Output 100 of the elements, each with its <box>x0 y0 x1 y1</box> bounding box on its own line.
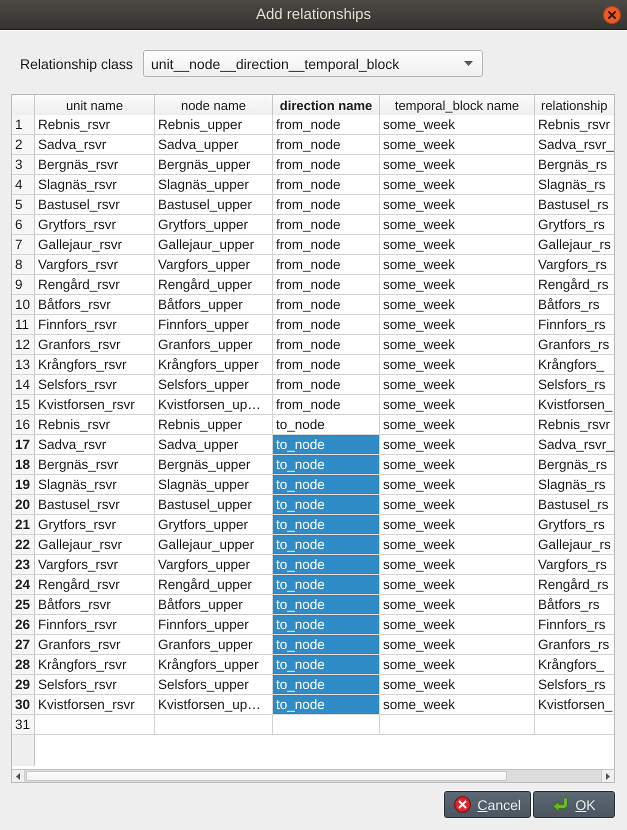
row-number[interactable]: 28 <box>12 655 35 675</box>
row-number[interactable]: 31 <box>12 715 35 735</box>
table-cell[interactable]: Sadva_rsvr <box>35 435 155 455</box>
row-number[interactable]: 6 <box>12 215 35 235</box>
table-cell[interactable]: Rebnis_rsvr <box>535 115 614 135</box>
table-cell[interactable]: to_node <box>273 655 380 675</box>
table-cell[interactable]: some_week <box>380 155 535 175</box>
table-cell[interactable]: from_node <box>273 255 380 275</box>
row-number[interactable]: 25 <box>12 595 35 615</box>
table-cell[interactable]: Granfors_rsvr <box>35 635 155 655</box>
table-cell[interactable]: Finnfors_upper <box>155 315 273 335</box>
row-number[interactable]: 10 <box>12 295 35 315</box>
table-cell[interactable]: Finnfors_rsvr <box>35 315 155 335</box>
table-cell[interactable]: Sadva_upper <box>155 435 273 455</box>
table-cell[interactable]: Selsfors_upper <box>155 675 273 695</box>
table-cell[interactable]: Rebnis_rsvr <box>35 415 155 435</box>
table-cell[interactable]: to_node <box>273 695 380 715</box>
table-cell[interactable]: Grytfors_rsvr <box>35 515 155 535</box>
table-cell[interactable]: Rengård_upper <box>155 275 273 295</box>
table-cell[interactable]: some_week <box>380 595 535 615</box>
table-cell[interactable]: Bergnäs_rsvr <box>35 455 155 475</box>
row-number[interactable]: 13 <box>12 355 35 375</box>
table-cell[interactable]: some_week <box>380 175 535 195</box>
table-cell[interactable]: Selsfors_rsvr <box>35 375 155 395</box>
table-cell[interactable]: some_week <box>380 135 535 155</box>
row-number[interactable]: 3 <box>12 155 35 175</box>
table-cell[interactable]: from_node <box>273 355 380 375</box>
row-number[interactable]: 21 <box>12 515 35 535</box>
table-cell[interactable]: some_week <box>380 235 535 255</box>
row-number[interactable]: 11 <box>12 315 35 335</box>
table-cell[interactable]: to_node <box>273 475 380 495</box>
scroll-right-button[interactable] <box>601 770 614 782</box>
table-cell[interactable]: Grytfors_upper <box>155 215 273 235</box>
table-cell[interactable]: some_week <box>380 435 535 455</box>
table-cell[interactable]: Finnfors_rsvr <box>35 615 155 635</box>
table-cell[interactable]: Slagnäs_upper <box>155 175 273 195</box>
table-cell[interactable]: Sadva_rsvr <box>35 135 155 155</box>
cancel-button[interactable]: Cancel <box>444 791 531 818</box>
table-cell[interactable]: to_node <box>273 415 380 435</box>
table-cell[interactable] <box>35 715 155 735</box>
table-cell[interactable]: some_week <box>380 395 535 415</box>
table-cell[interactable]: Granfors_upper <box>155 335 273 355</box>
table-cell[interactable]: some_week <box>380 215 535 235</box>
row-number[interactable]: 17 <box>12 435 35 455</box>
row-number[interactable]: 15 <box>12 395 35 415</box>
table-cell[interactable] <box>380 715 535 735</box>
table-cell[interactable]: Finnfors_upper <box>155 615 273 635</box>
table-cell[interactable]: from_node <box>273 155 380 175</box>
table-cell[interactable]: Båtfors_rsvr <box>35 595 155 615</box>
table-cell[interactable]: Krångfors_upper <box>155 655 273 675</box>
table-cell[interactable]: some_week <box>380 655 535 675</box>
table-cell[interactable]: Bastusel_upper <box>155 195 273 215</box>
row-number[interactable]: 12 <box>12 335 35 355</box>
table-cell[interactable]: Vargfors_rsvr <box>35 255 155 275</box>
table-cell[interactable]: to_node <box>273 515 380 535</box>
relationship-class-dropdown[interactable]: unit__node__direction__temporal_block <box>143 50 483 77</box>
table-cell[interactable]: Rengård_rs <box>535 575 614 595</box>
table-cell[interactable]: Båtfors_rs <box>535 595 614 615</box>
ok-button[interactable]: OK <box>533 791 615 818</box>
table-cell[interactable]: some_week <box>380 355 535 375</box>
table-cell[interactable]: Bergnäs_upper <box>155 455 273 475</box>
table-cell[interactable] <box>273 715 380 735</box>
table-cell[interactable]: some_week <box>380 495 535 515</box>
table-cell[interactable]: to_node <box>273 575 380 595</box>
row-number[interactable]: 5 <box>12 195 35 215</box>
table-cell[interactable]: Båtfors_upper <box>155 595 273 615</box>
row-number[interactable]: 23 <box>12 555 35 575</box>
row-number[interactable]: 29 <box>12 675 35 695</box>
table-cell[interactable]: some_week <box>380 615 535 635</box>
table-cell[interactable]: to_node <box>273 615 380 635</box>
table-cell[interactable]: from_node <box>273 335 380 355</box>
row-number[interactable]: 22 <box>12 535 35 555</box>
row-number[interactable]: 2 <box>12 135 35 155</box>
table-cell[interactable] <box>155 715 273 735</box>
table-cell[interactable]: Båtfors_upper <box>155 295 273 315</box>
table-cell[interactable]: Kvistforsen_up… <box>155 395 273 415</box>
table-cell[interactable]: Rengård_rsvr <box>35 275 155 295</box>
table-cell[interactable]: Granfors_rsvr <box>35 335 155 355</box>
table-cell[interactable]: Kvistforsen_up… <box>155 695 273 715</box>
horizontal-scrollbar[interactable] <box>12 769 614 782</box>
table-cell[interactable]: to_node <box>273 535 380 555</box>
table-cell[interactable]: Bergnäs_rsvr <box>35 155 155 175</box>
table-cell[interactable]: Båtfors_rs <box>535 295 614 315</box>
row-number[interactable]: 26 <box>12 615 35 635</box>
table-cell[interactable]: some_week <box>380 275 535 295</box>
row-number[interactable]: 16 <box>12 415 35 435</box>
table-cell[interactable]: Krångfors_ <box>535 355 614 375</box>
table-cell[interactable]: Slagnäs_upper <box>155 475 273 495</box>
table-cell[interactable]: some_week <box>380 315 535 335</box>
table-cell[interactable]: some_week <box>380 515 535 535</box>
table-cell[interactable]: some_week <box>380 675 535 695</box>
table-cell[interactable]: Rengård_rs <box>535 275 614 295</box>
close-button[interactable] <box>603 6 621 24</box>
row-number[interactable]: 8 <box>12 255 35 275</box>
table-cell[interactable]: to_node <box>273 555 380 575</box>
table-cell[interactable]: Selsfors_rsvr <box>35 675 155 695</box>
table-cell[interactable]: some_week <box>380 295 535 315</box>
table-cell[interactable]: Rengård_rsvr <box>35 575 155 595</box>
table-cell[interactable]: Gallejaur_rsvr <box>35 535 155 555</box>
table-cell[interactable]: Gallejaur_upper <box>155 535 273 555</box>
